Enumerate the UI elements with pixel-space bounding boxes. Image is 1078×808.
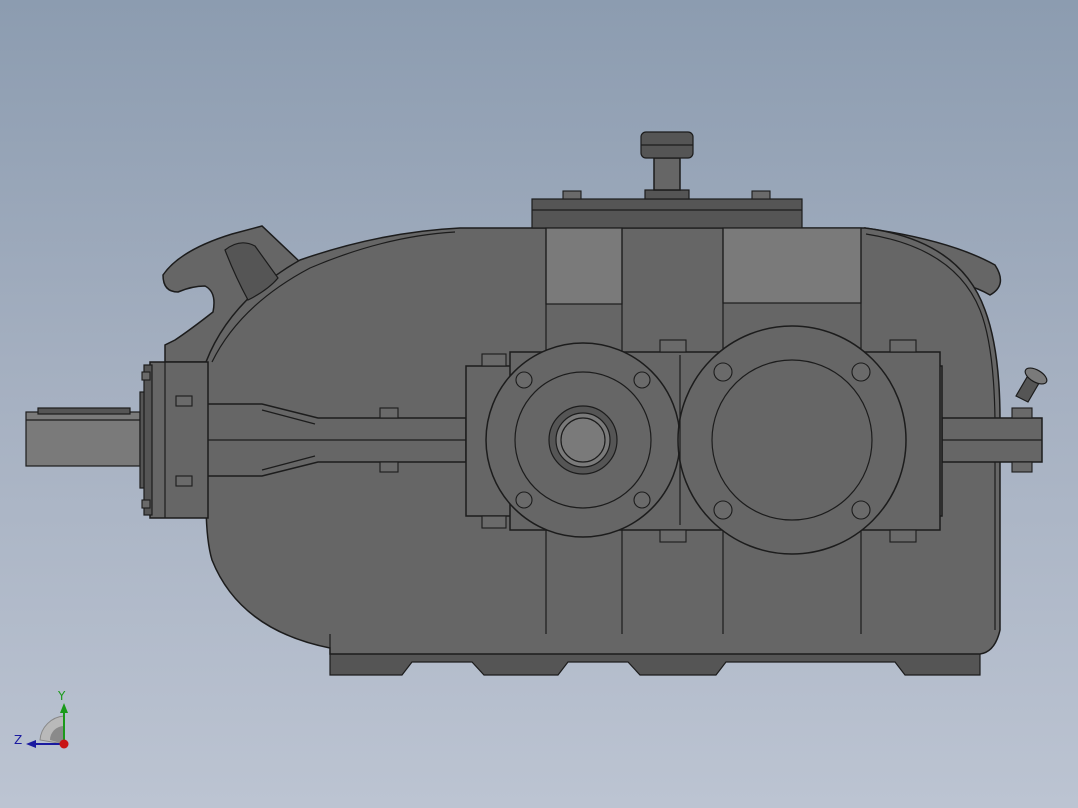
bearing-cover-right	[677, 325, 907, 555]
breather-cap	[640, 131, 694, 200]
y-axis-arrow	[60, 703, 68, 713]
input-shaft-collar	[139, 361, 209, 519]
z-axis-label: Z	[14, 733, 22, 747]
y-axis-label: Y	[57, 689, 66, 703]
axis-triad: Y Z	[14, 689, 69, 749]
input-shaft	[25, 407, 141, 467]
z-axis-arrow	[26, 740, 36, 748]
oil-dipstick	[1015, 367, 1048, 403]
x-axis-dot	[59, 739, 69, 749]
graphics-viewport[interactable]: Y Z	[0, 0, 1078, 808]
bearing-cover-left	[485, 342, 681, 538]
gearbox-model[interactable]: Y Z	[0, 0, 1078, 808]
